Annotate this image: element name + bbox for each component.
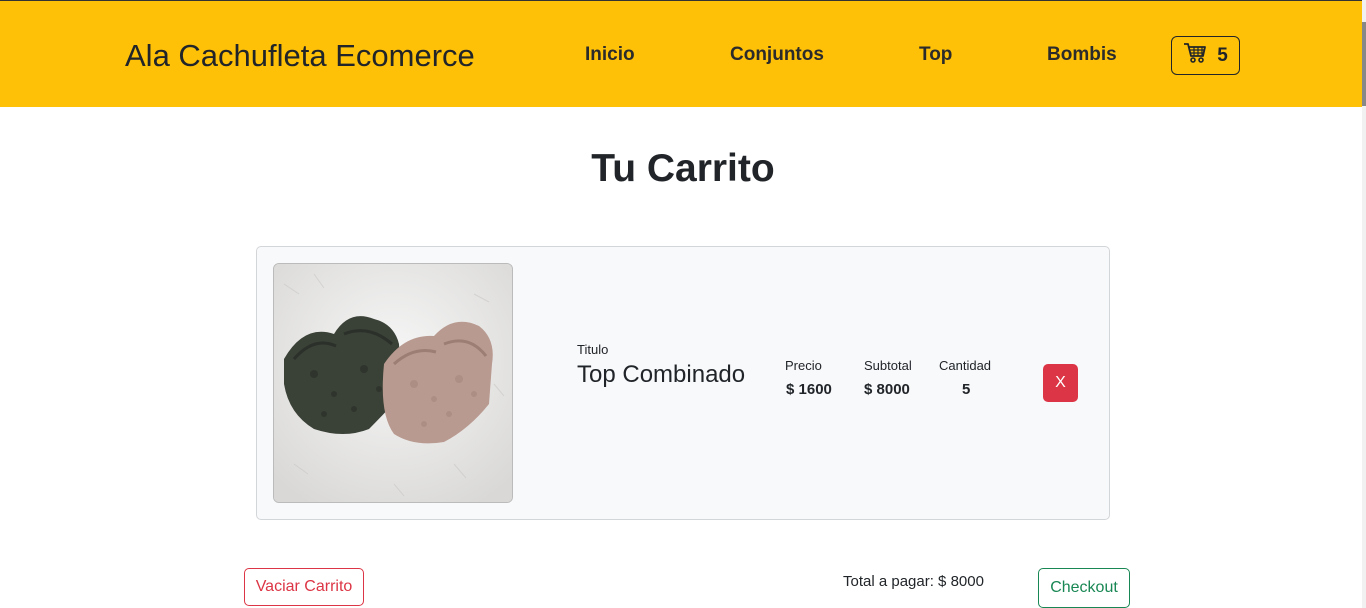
cart-button[interactable]: 5 [1171, 36, 1240, 75]
price-label: Precio [785, 358, 822, 373]
nav-link-inicio[interactable]: Inicio [585, 44, 635, 66]
shopping-cart-icon [1183, 42, 1207, 69]
brand-link[interactable]: Ala Cachufleta Ecomerce [125, 38, 475, 74]
subtotal-label: Subtotal [864, 358, 912, 373]
quantity-value: 5 [962, 381, 971, 398]
remove-item-button[interactable]: X [1043, 364, 1078, 402]
scrollbar[interactable] [1362, 0, 1366, 608]
nav-link-bombis[interactable]: Bombis [1047, 44, 1117, 66]
subtotal-value: $ 8000 [864, 381, 910, 398]
product-title: Top Combinado [577, 361, 746, 388]
product-image [273, 263, 513, 503]
cart-total: Total a pagar: $ 8000 [843, 573, 984, 590]
navbar: Ala Cachufleta Ecomerce Inicio Conjuntos… [0, 0, 1362, 107]
quantity-label: Cantidad [939, 358, 992, 373]
scrollbar-thumb[interactable] [1362, 22, 1366, 106]
cart-item-card: Titulo Top Combinado Precio $ 1600 Subto… [256, 246, 1110, 520]
nav-link-conjuntos[interactable]: Conjuntos [730, 44, 824, 66]
price-value: $ 1600 [786, 381, 832, 398]
checkout-button[interactable]: Checkout [1038, 568, 1130, 608]
cart-count-badge: 5 [1217, 44, 1228, 66]
empty-cart-button[interactable]: Vaciar Carrito [244, 568, 364, 606]
nav-link-top[interactable]: Top [919, 44, 952, 66]
title-label: Titulo [577, 342, 609, 357]
page-title: Tu Carrito [591, 147, 775, 190]
